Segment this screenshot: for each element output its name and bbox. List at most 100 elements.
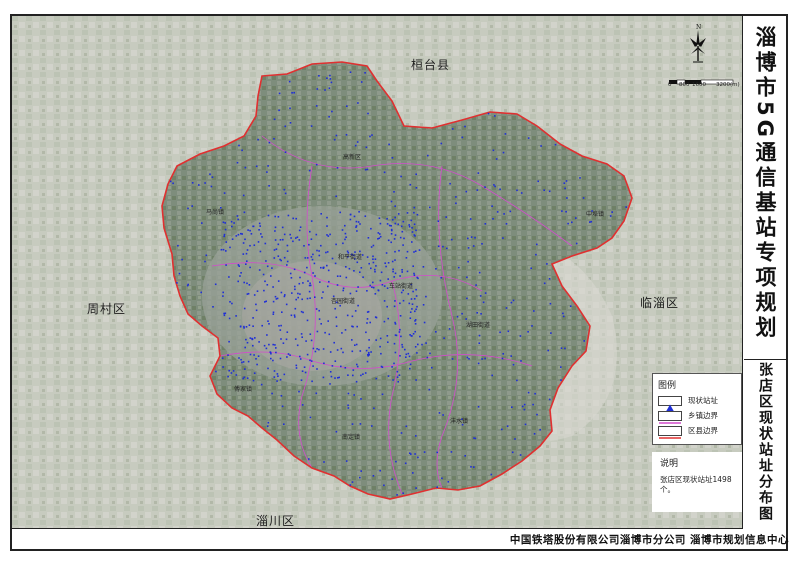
site-dot xyxy=(298,229,301,232)
site-dot xyxy=(227,354,229,356)
site-dot xyxy=(336,349,339,351)
site-dot xyxy=(413,223,416,226)
map-canvas[interactable] xyxy=(12,16,743,529)
site-dot xyxy=(397,223,399,226)
site-dot xyxy=(280,324,282,327)
site-dot xyxy=(477,406,480,408)
site-dot xyxy=(290,277,293,279)
site-dot xyxy=(429,352,431,355)
site-dot xyxy=(300,379,303,381)
site-dot xyxy=(280,291,283,294)
site-dot xyxy=(320,213,322,215)
site-dot xyxy=(270,357,272,360)
site-dot xyxy=(334,307,336,310)
site-dot xyxy=(357,286,359,288)
site-dot xyxy=(375,339,377,341)
site-dot xyxy=(391,219,394,221)
site-dot xyxy=(356,261,359,264)
site-dot xyxy=(352,325,354,328)
site-dot xyxy=(242,361,245,363)
site-dot xyxy=(428,388,431,391)
site-dot xyxy=(272,286,274,288)
map-area[interactable]: 桓台县 周村区 临淄区 淄川区 高新区 马尚镇 和平街道 中埠镇 湖田街道 傅家… xyxy=(12,16,743,529)
site-dot xyxy=(379,279,382,282)
site-dot xyxy=(257,241,260,243)
site-dot xyxy=(262,273,265,276)
site-dot xyxy=(394,272,397,275)
site-dot xyxy=(407,293,410,295)
site-dot xyxy=(320,266,322,269)
site-dot xyxy=(466,297,468,300)
site-dot xyxy=(466,356,469,359)
site-dot xyxy=(374,293,377,295)
site-dot xyxy=(308,243,310,246)
site-dot xyxy=(448,328,451,330)
site-dot xyxy=(440,142,443,145)
site-dot xyxy=(247,229,249,231)
site-dot xyxy=(579,177,581,179)
site-dot xyxy=(329,78,332,80)
site-dot xyxy=(283,256,286,259)
site-dot xyxy=(416,305,418,308)
site-dot xyxy=(299,355,301,358)
site-dot xyxy=(233,222,235,224)
site-dot xyxy=(414,320,416,322)
site-dot xyxy=(405,353,408,356)
site-dot xyxy=(387,375,390,377)
site-dot xyxy=(355,290,358,292)
site-dot xyxy=(331,365,334,367)
site-dot xyxy=(248,284,251,286)
site-dot xyxy=(370,246,373,248)
site-dot xyxy=(359,476,361,479)
site-dot xyxy=(379,337,382,340)
site-dot xyxy=(353,215,356,218)
site-dot xyxy=(366,311,369,313)
site-dot xyxy=(297,296,299,299)
site-dot xyxy=(242,242,245,244)
site-dot xyxy=(392,270,394,273)
site-dot xyxy=(243,325,245,328)
site-dot xyxy=(532,403,534,406)
site-dot xyxy=(279,378,282,381)
site-dot xyxy=(415,379,417,381)
site-dot xyxy=(367,237,370,239)
site-dot xyxy=(336,275,339,277)
site-dot xyxy=(356,325,358,328)
site-dot xyxy=(240,358,242,361)
site-dot xyxy=(347,374,349,376)
site-dot xyxy=(286,244,289,247)
site-dot xyxy=(417,277,419,280)
town-label-xingyuan: 杏园街道 xyxy=(331,298,356,305)
site-dot xyxy=(365,349,368,352)
site-dot xyxy=(272,359,274,362)
site-dot xyxy=(367,112,369,115)
site-dot xyxy=(401,230,404,233)
scale-tick-1600: 1600 xyxy=(692,82,706,88)
site-dot xyxy=(360,81,363,83)
site-dot xyxy=(278,109,280,112)
site-dot xyxy=(366,360,369,363)
scale-tick-3200: 3200(m) xyxy=(716,82,740,88)
site-dot xyxy=(237,218,239,221)
site-dot xyxy=(366,318,369,320)
site-dot xyxy=(564,347,566,350)
site-dot xyxy=(267,421,270,424)
site-dot xyxy=(295,367,298,369)
site-dot xyxy=(252,317,254,319)
site-dot xyxy=(243,307,246,310)
site-dot xyxy=(271,392,273,395)
site-dot xyxy=(375,265,377,267)
site-dot xyxy=(222,221,225,224)
site-dot xyxy=(369,135,371,138)
site-dot xyxy=(411,241,413,243)
site-dot xyxy=(415,308,417,311)
site-dot xyxy=(249,353,252,356)
site-dot xyxy=(322,348,325,350)
site-dot xyxy=(438,412,441,414)
site-dot xyxy=(499,188,501,191)
site-dot xyxy=(240,272,242,274)
site-dot xyxy=(316,88,319,90)
site-dot xyxy=(502,237,504,239)
site-dot xyxy=(289,107,291,110)
site-dot xyxy=(347,407,350,409)
